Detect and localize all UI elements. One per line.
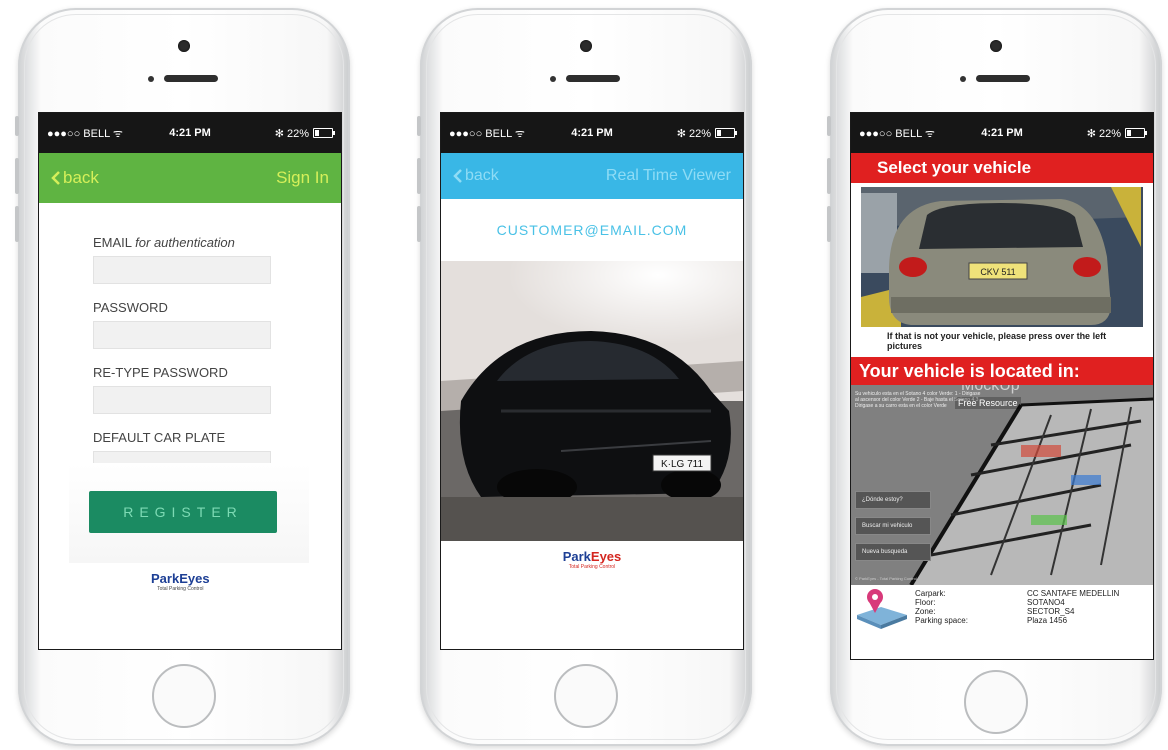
clock: 4:21 PM: [981, 127, 1023, 139]
car-plate-label: DEFAULT CAR PLATE: [93, 430, 226, 445]
battery-indicator: ✻ 22%: [233, 127, 335, 140]
carrier-signal: ●●●○○ BELL ᯤ: [859, 127, 935, 140]
free-resource-watermark: Free Resource: [955, 397, 1021, 409]
battery-icon: [312, 128, 335, 138]
info-values: CC SANTAFE MEDELLIN SOTANO4 SECTOR_S4 Pl…: [1027, 589, 1120, 625]
battery-icon: [1124, 128, 1147, 138]
earpiece-speaker: [164, 75, 218, 82]
email-field[interactable]: [93, 256, 271, 284]
password-label: PASSWORD: [93, 300, 168, 315]
nav-bar: back Sign In: [39, 153, 341, 203]
status-bar: ●●●○○ BELL ᯤ 4:21 PM ✻ 22%: [851, 113, 1153, 153]
volume-down-button: [827, 206, 831, 242]
vehicle-picture[interactable]: CKV 511: [861, 187, 1143, 327]
customer-email: CUSTOMER@EMAIL.COM: [496, 222, 688, 238]
register-form: EMAIL for authentication PASSWORD RE-TYP…: [39, 203, 341, 495]
front-camera: [580, 40, 592, 52]
vehicle-caption: If that is not your vehicle, please pres…: [887, 331, 1107, 351]
mute-switch: [15, 116, 19, 136]
battery-percent: ✻ 22%: [274, 127, 309, 140]
license-plate: K·LG 711: [661, 459, 703, 470]
viewer-screen: ●●●○○ BELL ᯤ 4:21 PM ✻ 22% back Real Tim…: [440, 112, 744, 650]
battery-indicator: ✻ 22%: [1045, 127, 1147, 140]
parking-info: Carpark: Floor: Zone: Parking space: CC …: [851, 585, 1153, 631]
phone-sign-in: ●●●○○ BELL ᯤ 4:21 PM ✻ 22% back Sign In …: [15, 8, 350, 746]
chevron-left-icon: [51, 171, 60, 185]
home-button[interactable]: [964, 670, 1028, 734]
parkeyes-logo: ParkEyes Total Parking Control: [151, 571, 210, 592]
chevron-left-icon: [453, 169, 462, 183]
located-title: Your vehicle is located in:: [851, 357, 1153, 385]
page-title: Real Time Viewer: [605, 167, 731, 184]
vehicle-screen: ●●●○○ BELL ᯤ 4:21 PM ✻ 22% Select your v…: [850, 112, 1154, 660]
find-vehicle-button[interactable]: Buscar mi vehiculo: [855, 517, 931, 535]
battery-percent: ✻ 22%: [1086, 127, 1121, 140]
volume-down-button: [417, 206, 421, 242]
front-camera: [178, 40, 190, 52]
mockup-watermark: MockUp: [961, 385, 1020, 394]
info-keys: Carpark: Floor: Zone: Parking space:: [915, 589, 968, 625]
carrier-signal: ●●●○○ BELL ᯤ: [449, 127, 525, 140]
license-plate: CKV 511: [980, 267, 1015, 277]
phone-real-time-viewer: ●●●○○ BELL ᯤ 4:21 PM ✻ 22% back Real Tim…: [417, 8, 752, 746]
proximity-sensor: [148, 76, 154, 82]
mute-switch: [417, 116, 421, 136]
carrier-signal: ●●●○○ BELL ᯤ: [47, 127, 123, 140]
proximity-sensor: [550, 76, 556, 82]
back-label: back: [63, 168, 99, 187]
home-button[interactable]: [554, 664, 618, 728]
vehicle-image: CKV 511: [861, 187, 1141, 327]
live-camera-image[interactable]: K·LG 711: [441, 261, 743, 541]
earpiece-speaker: [566, 75, 620, 82]
back-button[interactable]: back: [453, 167, 499, 185]
new-search-button[interactable]: Nueva busqueda: [855, 543, 931, 561]
status-bar: ●●●○○ BELL ᯤ 4:21 PM ✻ 22%: [441, 113, 743, 153]
password-field[interactable]: [93, 321, 271, 349]
parking-map[interactable]: Su vehiculo esta en el Sotano 4 color Ve…: [851, 385, 1153, 585]
sign-in-screen: ●●●○○ BELL ᯤ 4:21 PM ✻ 22% back Sign In …: [38, 112, 342, 650]
retype-password-field[interactable]: [93, 386, 271, 414]
clock: 4:21 PM: [571, 127, 613, 139]
phone-vehicle-location: ●●●○○ BELL ᯤ 4:21 PM ✻ 22% Select your v…: [827, 8, 1162, 746]
map-footer: © ParkEyes - Total Parking Control: [855, 576, 917, 581]
volume-down-button: [15, 206, 19, 242]
back-label: back: [465, 167, 499, 184]
front-camera: [990, 40, 1002, 52]
map-pin-icon: [851, 585, 915, 631]
nav-bar: back Real Time Viewer: [441, 153, 743, 199]
battery-icon: [714, 128, 737, 138]
select-vehicle-title: Select your vehicle: [851, 153, 1153, 183]
home-button[interactable]: [152, 664, 216, 728]
earpiece-speaker: [976, 75, 1030, 82]
volume-up-button: [15, 158, 19, 194]
sign-in-button[interactable]: Sign In: [276, 168, 329, 188]
mute-switch: [827, 116, 831, 136]
register-button[interactable]: REGISTER: [89, 491, 277, 533]
volume-up-button: [827, 158, 831, 194]
proximity-sensor: [960, 76, 966, 82]
email-label: EMAIL for authentication: [93, 235, 235, 250]
battery-indicator: ✻ 22%: [635, 127, 737, 140]
parkeyes-logo: ParkEyes Total Parking Control: [562, 549, 622, 570]
car-image: K·LG 711: [441, 261, 743, 541]
retype-password-label: RE-TYPE PASSWORD: [93, 365, 228, 380]
clock: 4:21 PM: [169, 127, 211, 139]
status-bar: ●●●○○ BELL ᯤ 4:21 PM ✻ 22%: [39, 113, 341, 153]
battery-percent: ✻ 22%: [676, 127, 711, 140]
where-am-i-button[interactable]: ¿Dónde estoy?: [855, 491, 931, 509]
volume-up-button: [417, 158, 421, 194]
back-button[interactable]: back: [51, 168, 99, 188]
